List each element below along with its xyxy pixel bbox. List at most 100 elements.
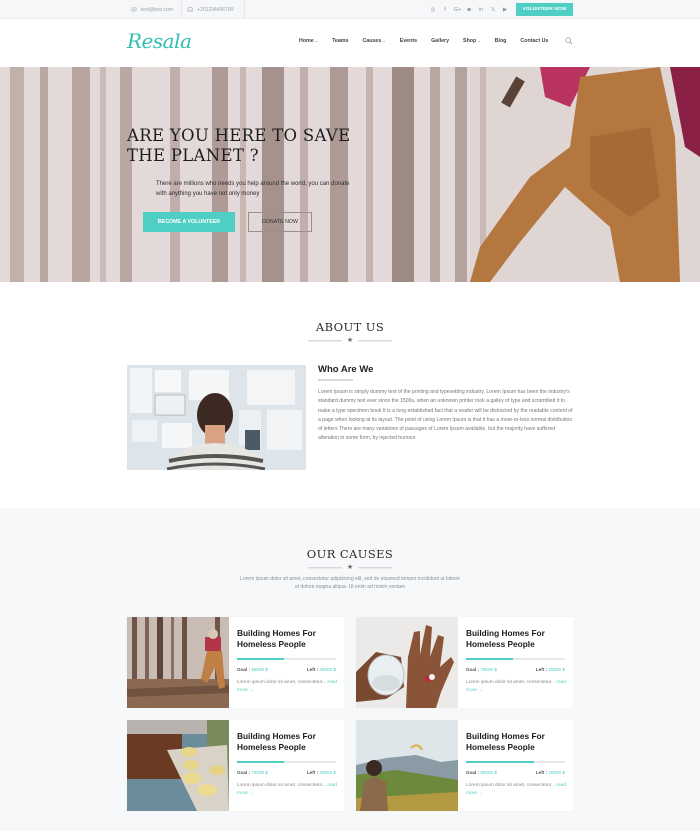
about-image (127, 365, 306, 470)
goal-text: Goal : 75000 $ (237, 770, 268, 775)
instagram-icon[interactable]: ◙ (466, 7, 472, 13)
twitter-icon[interactable]: 𝕏 (490, 7, 496, 13)
progress-fill (237, 658, 284, 660)
nav-label: Teams (332, 38, 349, 44)
nav-label: Shop (463, 38, 477, 44)
desc-text: Lorem ipsum dolor sit amet, consectetur.… (466, 783, 556, 788)
nav-label: Contact Us (520, 38, 549, 44)
volunteer-now-button[interactable]: VOLUNTEER NOW (516, 3, 573, 16)
heading-underline (318, 379, 353, 381)
left-value: 35000 $ (319, 770, 336, 775)
progress-bar (466, 761, 565, 763)
progress-fill (237, 761, 284, 763)
cause-image-pills (127, 720, 229, 811)
left-value: 45000 $ (319, 667, 336, 672)
desc-text: Lorem ipsum dolor sit amet, consectetur.… (237, 783, 327, 788)
search-icon[interactable] (565, 37, 573, 45)
goal-label: Goal : (237, 667, 251, 672)
goal-value: 75000 $ (480, 667, 497, 672)
goal-value: 65000 $ (480, 770, 497, 775)
nav-item-causes[interactable]: Causes⌄ (362, 38, 385, 44)
headset-icon: ☊ (187, 6, 194, 14)
topbar-phone[interactable]: ☊ +201234456789 (187, 0, 245, 19)
left-value: 35000 $ (548, 667, 565, 672)
left-text: Left : 35000 $ (307, 770, 336, 775)
google-plus-icon[interactable]: G+ (454, 7, 462, 13)
causes-section-title: OUR CAUSES (306, 547, 394, 561)
left-text: Left : 45000 $ (536, 770, 565, 775)
cause-card[interactable]: Building Homes For Homeless People Goal … (127, 617, 344, 708)
progress-fill (466, 658, 513, 660)
divider-line (358, 567, 392, 569)
social-links: ◎ f G+ ◙ in 𝕏 ▶ (430, 0, 508, 19)
cause-image-pill-hand (356, 617, 458, 708)
progress-fill (466, 761, 535, 763)
who-are-we-heading: Who Are We (318, 364, 374, 375)
main-nav: Home⌄ Teams Causes⌄ Events Gallery Shop⌄… (299, 38, 548, 44)
star-icon: ★ (346, 337, 354, 344)
hero-title: ARE YOU HERE TO SAVE THE PLANET ? (127, 126, 350, 166)
topbar-email[interactable]: ✉ test@test.com (131, 0, 182, 19)
logo[interactable]: Resala (127, 29, 192, 53)
hero-banner: ARE YOU HERE TO SAVE THE PLANET ? There … (0, 67, 700, 282)
nav-label: Gallery (431, 38, 450, 44)
hero-title-line-1: ARE YOU HERE TO SAVE (127, 126, 351, 145)
cause-description: Lorem ipsum dolor sit amet, consectetur.… (237, 679, 337, 695)
nav-item-events[interactable]: Events (400, 38, 417, 44)
nav-item-gallery[interactable]: Gallery (431, 38, 449, 44)
cause-description: Lorem ipsum dolor sit amet, consectetur.… (237, 782, 337, 798)
volunteer-person-image (470, 67, 700, 282)
nav-item-contact-us[interactable]: Contact Us (520, 38, 548, 44)
man-looking-at-wall-image (127, 365, 306, 470)
cause-card[interactable]: Building Homes For Homeless People Goal … (127, 720, 344, 811)
nav-label: Causes (362, 38, 382, 44)
cause-card[interactable]: Building Homes For Homeless People Goal … (356, 617, 573, 708)
about-section-title: ABOUT US (315, 320, 385, 334)
nav-item-home[interactable]: Home⌄ (299, 38, 318, 44)
goal-label: Goal : (237, 770, 251, 775)
chevron-down-icon: ⌄ (382, 38, 386, 43)
cause-title[interactable]: Building Homes For Homeless People (237, 628, 337, 649)
left-label: Left : (306, 667, 319, 672)
left-text: Left : 45000 $ (307, 667, 336, 672)
desc-text: Lorem ipsum dolor sit amet, consectetur.… (466, 680, 556, 685)
divider-line (308, 340, 342, 342)
linkedin-icon[interactable]: in (478, 7, 484, 13)
top-bar: ✉ test@test.com ☊ +201234456789 ◎ f G+ ◙… (0, 0, 700, 19)
goal-value: 75000 $ (251, 770, 268, 775)
dribbble-icon[interactable]: ◎ (430, 7, 436, 13)
cause-title[interactable]: Building Homes For Homeless People (237, 731, 337, 752)
goal-text: Goal : 75000 $ (466, 667, 497, 672)
cause-description: Lorem ipsum dolor sit amet, consectetur.… (466, 782, 566, 798)
cause-title[interactable]: Building Homes For Homeless People (466, 628, 566, 649)
goal-label: Goal : (466, 667, 480, 672)
nav-item-blog[interactable]: Blog (495, 38, 507, 44)
facebook-icon[interactable]: f (442, 7, 448, 13)
left-value: 45000 $ (548, 770, 565, 775)
chevron-down-icon: ⌄ (477, 38, 481, 43)
hero-title-line-2: THE PLANET ? (127, 146, 259, 165)
progress-bar (237, 761, 336, 763)
goal-value: 95000 $ (251, 667, 268, 672)
star-icon: ★ (346, 564, 354, 571)
goal-text: Goal : 95000 $ (237, 667, 268, 672)
causes-subtitle: Lorem ipsum dolor sit amet, consectetur … (240, 576, 460, 590)
nav-item-teams[interactable]: Teams (332, 38, 348, 44)
cause-image-child-landscape (356, 720, 458, 811)
goal-label: Goal : (466, 770, 480, 775)
left-label: Left : (306, 770, 319, 775)
youtube-icon[interactable]: ▶ (502, 7, 508, 13)
goal-text: Goal : 65000 $ (466, 770, 497, 775)
become-volunteer-button[interactable]: BECOME A VOLUNTEER (143, 212, 235, 232)
chevron-down-icon: ⌄ (314, 38, 319, 43)
nav-item-shop[interactable]: Shop⌄ (463, 38, 481, 44)
cause-card[interactable]: Building Homes For Homeless People Goal … (356, 720, 573, 811)
about-body-text: Lorem Ipsum is simply dummy text of the … (318, 389, 573, 442)
donate-now-button[interactable]: DONATE NOW (248, 212, 312, 232)
section-divider: ★ (308, 337, 392, 345)
cause-title[interactable]: Building Homes For Homeless People (466, 731, 566, 752)
phone-text: +201234456789 (197, 6, 234, 13)
left-text: Left : 35000 $ (536, 667, 565, 672)
envelope-icon: ✉ (131, 6, 137, 14)
cause-description: Lorem ipsum dolor sit amet, consectetur.… (466, 679, 566, 695)
